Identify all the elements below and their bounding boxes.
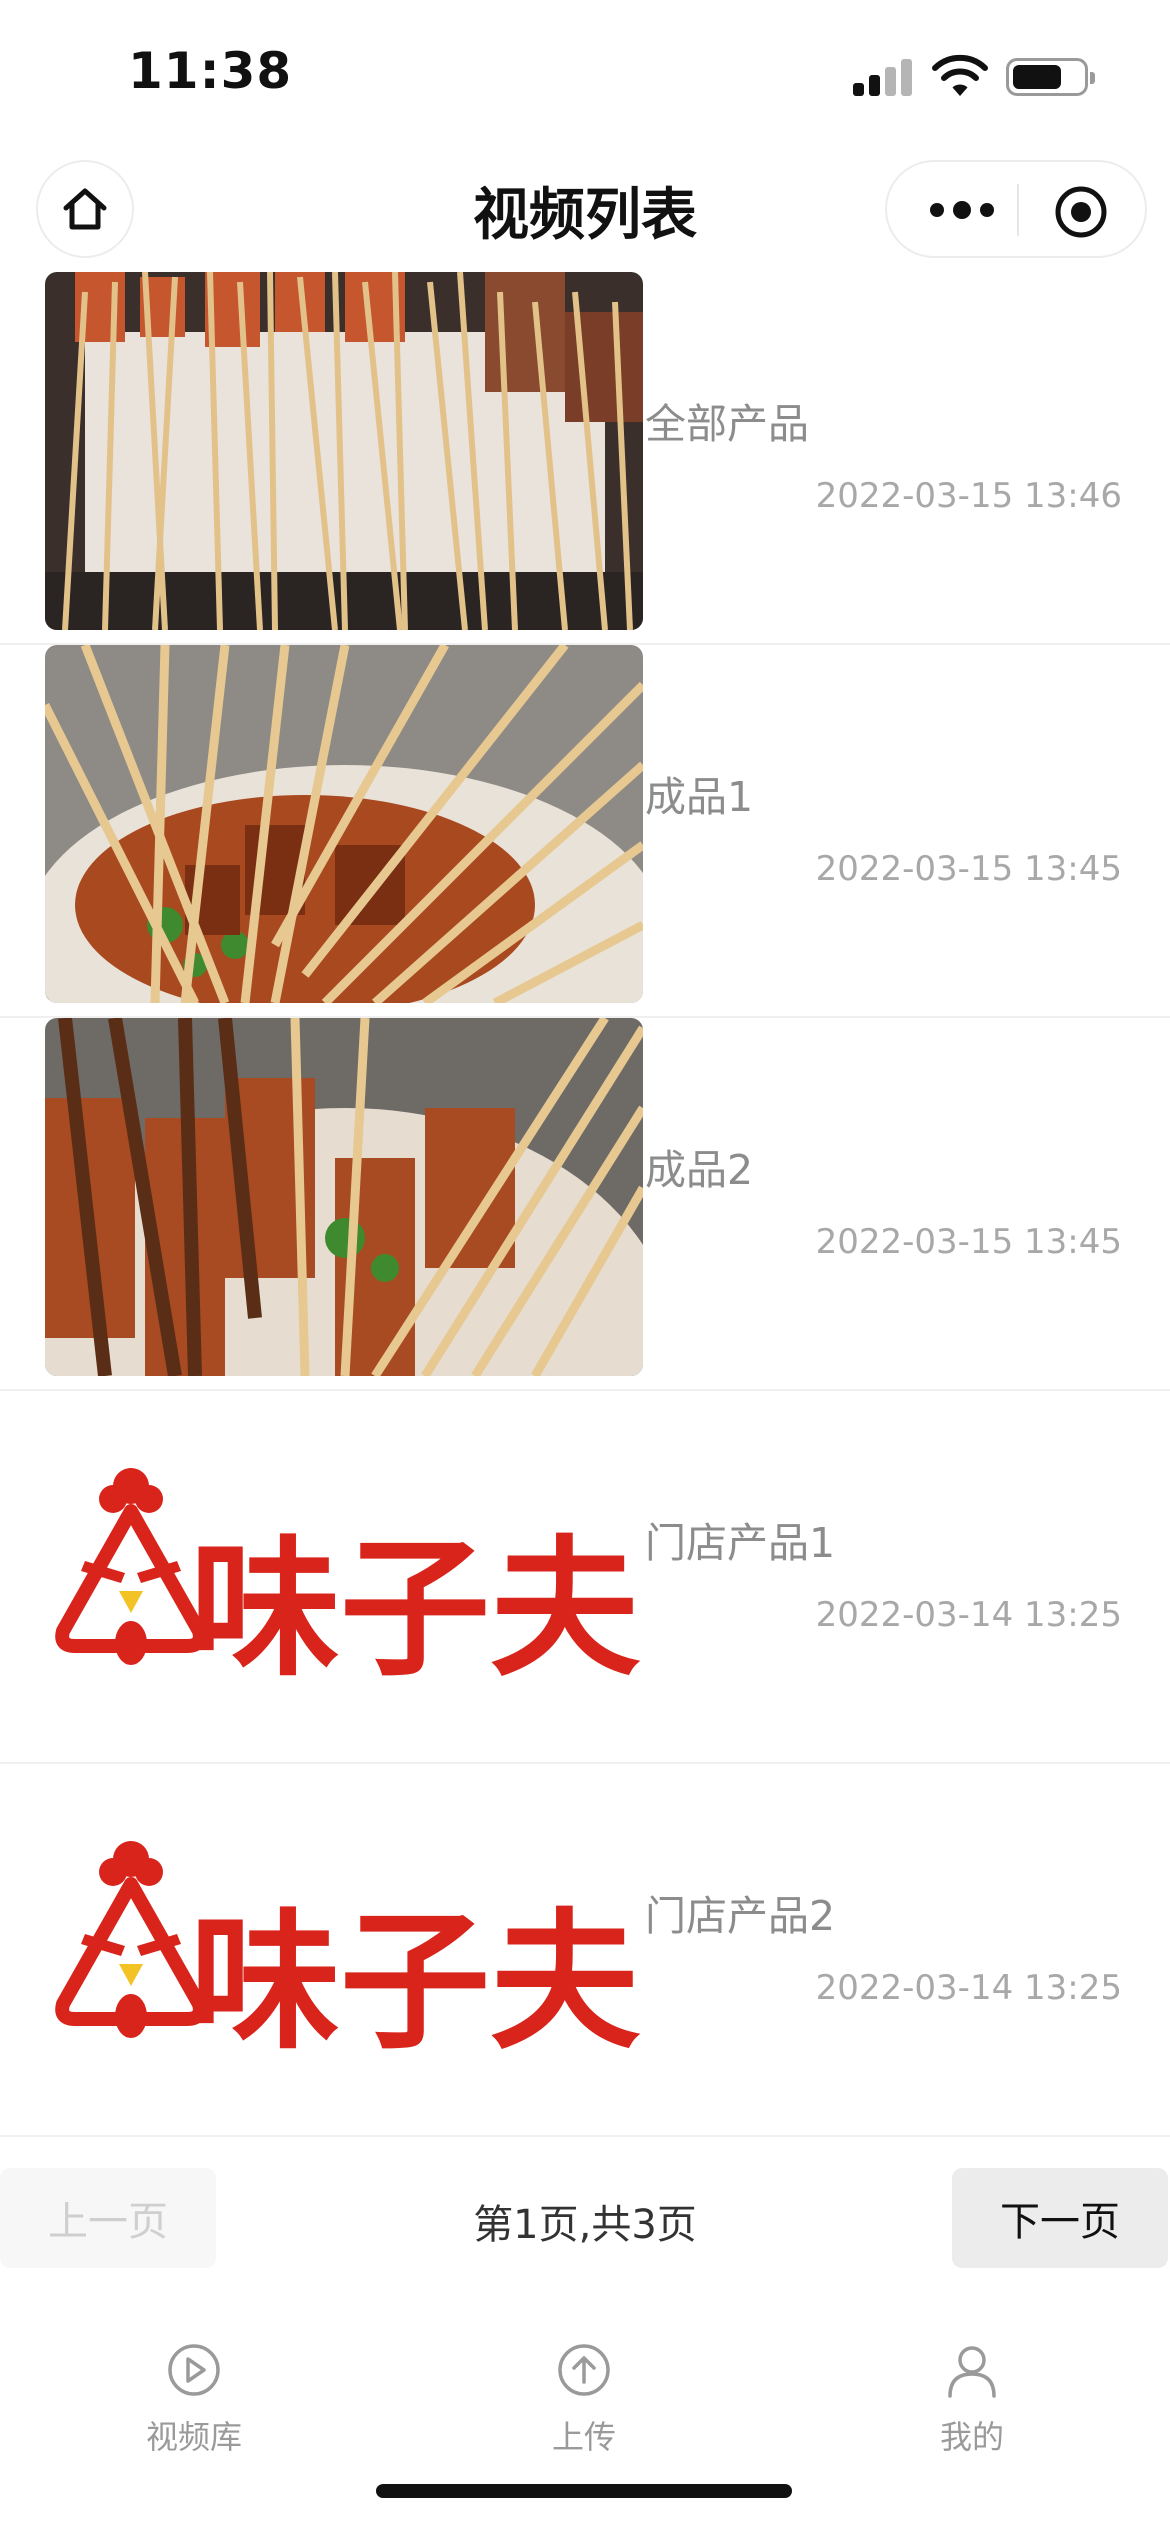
status-time: 11:38	[128, 42, 293, 100]
video-thumbnail[interactable]: 味子夫	[45, 1391, 643, 1749]
brand-logo: 味子夫	[45, 1764, 643, 2122]
video-list-item[interactable]: 成品1 2022-03-15 13:45	[0, 645, 1170, 1018]
more-options-icon[interactable]	[927, 190, 997, 230]
video-date: 2022-03-14 13:25	[815, 1595, 1122, 1635]
video-title: 门店产品1	[645, 1519, 836, 1567]
brand-logo: 味子夫	[45, 1391, 643, 1749]
cellular-signal-icon	[853, 58, 913, 96]
video-thumbnail[interactable]: 味子夫	[45, 1764, 643, 2122]
tab-label: 上传	[551, 2418, 616, 2456]
next-page-button[interactable]: 下一页	[952, 2168, 1168, 2268]
video-list-item[interactable]: 成品2 2022-03-15 13:45	[0, 1018, 1170, 1391]
play-circle-icon	[168, 2344, 220, 2396]
video-thumbnail[interactable]	[45, 645, 643, 1003]
capsule-divider	[1017, 184, 1019, 236]
video-list-item[interactable]: 全部产品 2022-03-15 13:46	[0, 272, 1170, 645]
tab-label: 我的	[939, 2418, 1004, 2456]
tab-video-library[interactable]: 视频库	[94, 2340, 294, 2458]
video-title: 门店产品2	[645, 1892, 836, 1940]
home-indicator	[376, 2484, 792, 2498]
tab-label: 视频库	[145, 2418, 242, 2456]
video-list: 全部产品 2022-03-15 13:46 成品1 2022-03-15 13:…	[0, 272, 1170, 2137]
video-date: 2022-03-14 13:25	[815, 1968, 1122, 2008]
video-date: 2022-03-15 13:45	[815, 849, 1122, 889]
status-bar: 11:38	[0, 0, 1170, 150]
video-thumbnail[interactable]	[45, 272, 643, 630]
wifi-icon	[932, 52, 988, 98]
mini-program-capsule	[885, 160, 1147, 258]
upload-arrow-icon	[558, 2344, 610, 2396]
video-list-item[interactable]: 味子夫 门店产品1 2022-03-14 13:25	[0, 1391, 1170, 1764]
user-icon	[948, 2346, 996, 2398]
video-list-item[interactable]: 味子夫 门店产品2 2022-03-14 13:25	[0, 1764, 1170, 2137]
video-date: 2022-03-15 13:45	[815, 1222, 1122, 1262]
brand-logo-text: 味子夫	[190, 1523, 641, 1697]
video-title: 成品1	[645, 773, 754, 821]
brand-logo-text: 味子夫	[190, 1896, 641, 2070]
video-title: 成品2	[645, 1146, 754, 1194]
video-title: 全部产品	[645, 400, 809, 448]
battery-icon	[1006, 58, 1095, 96]
video-date: 2022-03-15 13:46	[815, 476, 1122, 516]
tab-bar: 视频库 上传 我的	[0, 2330, 1170, 2480]
close-mini-program-icon[interactable]	[1053, 184, 1109, 240]
pagination: 上一页 第1页,共3页 下一页	[0, 2168, 1170, 2268]
tab-upload[interactable]: 上传	[484, 2340, 684, 2458]
video-thumbnail[interactable]	[45, 1018, 643, 1376]
tab-mine[interactable]: 我的	[872, 2340, 1072, 2458]
nav-bar: 视频列表	[0, 150, 1170, 270]
